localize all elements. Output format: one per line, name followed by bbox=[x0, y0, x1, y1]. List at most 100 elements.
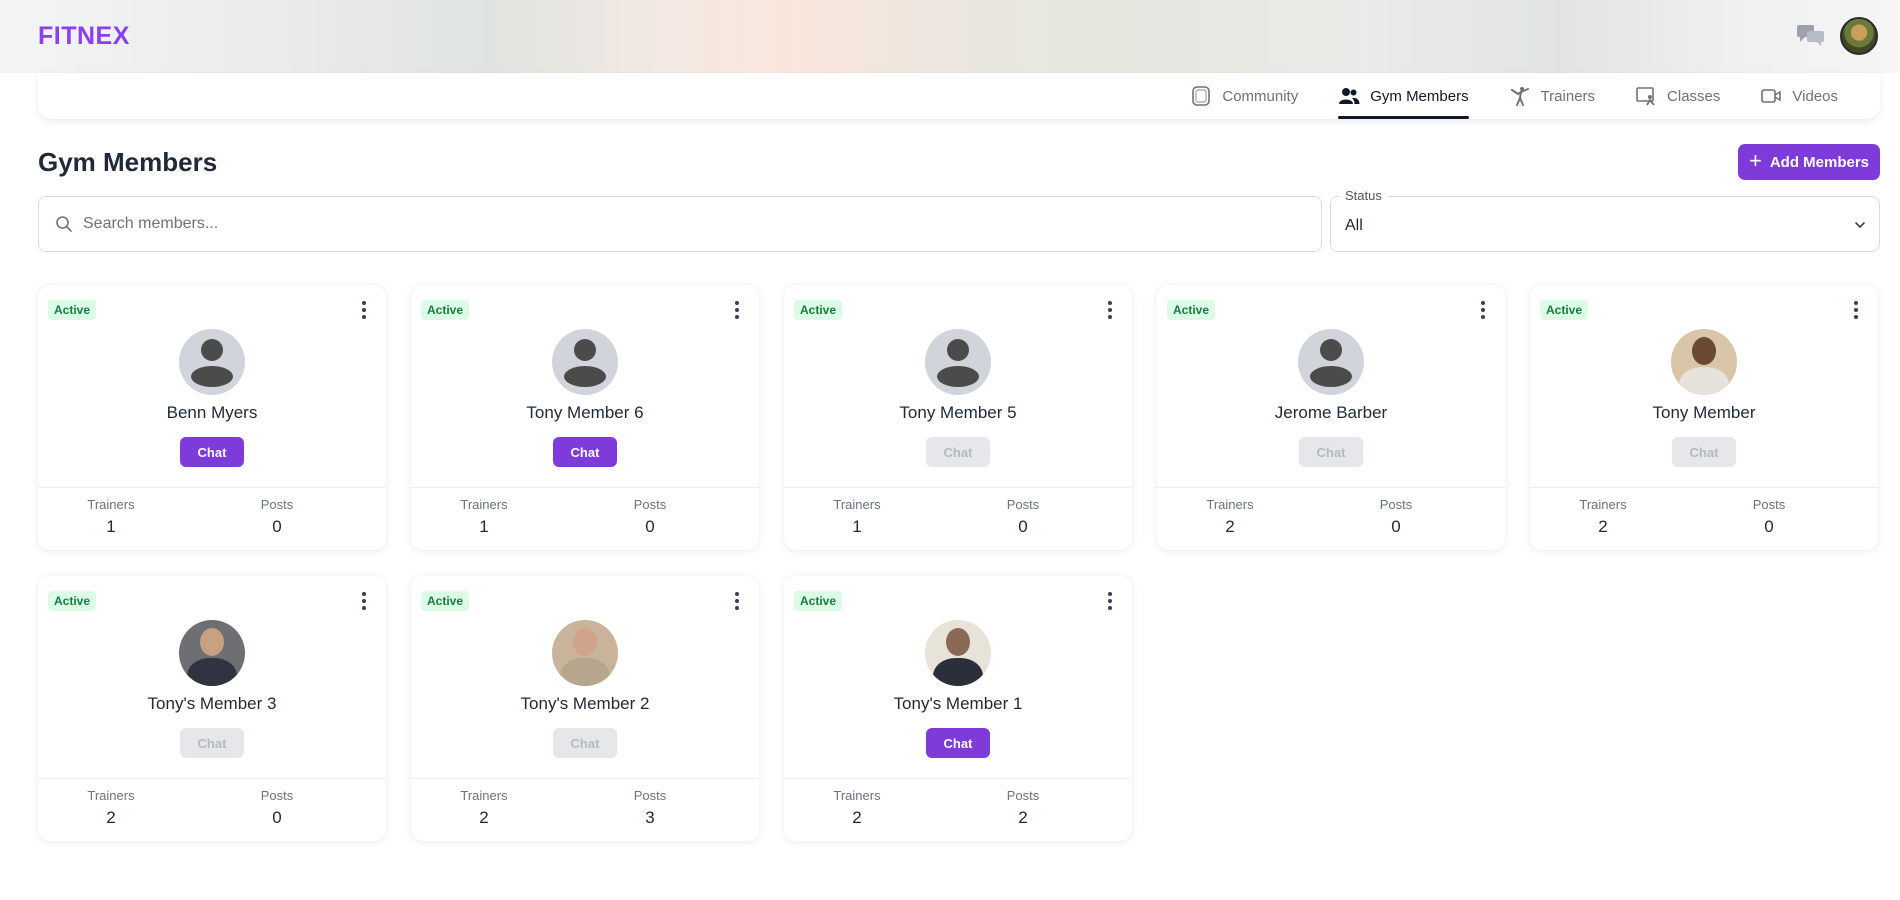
member-card[interactable]: Active Tony's Member 1 Chat Trainers 2 P… bbox=[784, 576, 1132, 841]
chat-button[interactable]: Chat bbox=[553, 437, 617, 467]
tab-classes[interactable]: Classes bbox=[1615, 73, 1740, 119]
community-icon bbox=[1192, 86, 1211, 106]
posts-stat: Posts 0 bbox=[1709, 497, 1829, 537]
more-options-icon[interactable] bbox=[356, 299, 372, 321]
trainers-label: Trainers bbox=[833, 788, 881, 803]
plus-icon: + bbox=[1748, 148, 1762, 173]
posts-count: 0 bbox=[645, 517, 655, 536]
messages-icon[interactable] bbox=[1796, 23, 1826, 47]
card-divider bbox=[411, 487, 759, 488]
tab-videos[interactable]: Videos bbox=[1740, 73, 1858, 119]
tab-label: Classes bbox=[1667, 87, 1721, 105]
posts-label: Posts bbox=[260, 788, 294, 803]
trainers-count: 2 bbox=[106, 808, 116, 827]
trainers-label: Trainers bbox=[1579, 497, 1627, 512]
card-divider bbox=[784, 778, 1132, 779]
trainer-icon bbox=[1510, 87, 1529, 106]
classes-icon bbox=[1636, 87, 1655, 106]
default-avatar-icon bbox=[925, 329, 991, 395]
trainers-count: 2 bbox=[479, 808, 489, 827]
tab-label: Community bbox=[1222, 87, 1299, 105]
trainers-label: Trainers bbox=[87, 788, 135, 803]
chat-button[interactable]: Chat bbox=[180, 728, 244, 758]
status-badge: Active bbox=[421, 300, 470, 320]
trainers-label: Trainers bbox=[1206, 497, 1254, 512]
tab-label: Gym Members bbox=[1370, 87, 1469, 105]
member-name: Jerome Barber bbox=[1274, 403, 1388, 422]
more-options-icon[interactable] bbox=[1848, 299, 1864, 321]
posts-count: 0 bbox=[1018, 517, 1028, 536]
trainers-stat: Trainers 2 bbox=[424, 788, 544, 828]
posts-stat: Posts 0 bbox=[1336, 497, 1456, 537]
posts-count: 0 bbox=[272, 517, 282, 536]
more-options-icon[interactable] bbox=[729, 590, 745, 612]
status-badge: Active bbox=[794, 591, 843, 611]
posts-count: 0 bbox=[1391, 517, 1401, 536]
member-card[interactable]: Active Tony Member Chat Trainers 2 Posts… bbox=[1530, 285, 1878, 550]
member-name: Tony's Member 2 bbox=[520, 694, 650, 713]
member-card[interactable]: Active Tony's Member 2 Chat Trainers 2 P… bbox=[411, 576, 759, 841]
search-box bbox=[38, 196, 1322, 252]
posts-stat: Posts 0 bbox=[963, 497, 1083, 537]
more-options-icon[interactable] bbox=[1102, 299, 1118, 321]
member-card[interactable]: Active Jerome Barber Chat Trainers 2 Pos… bbox=[1157, 285, 1505, 550]
status-badge: Active bbox=[421, 591, 470, 611]
more-options-icon[interactable] bbox=[729, 299, 745, 321]
chat-button[interactable]: Chat bbox=[926, 728, 990, 758]
trainers-stat: Trainers 2 bbox=[1543, 497, 1663, 537]
status-value: All bbox=[1345, 217, 1363, 234]
card-divider bbox=[38, 778, 386, 779]
chat-button[interactable]: Chat bbox=[1299, 437, 1363, 467]
status-label: Status bbox=[1339, 188, 1388, 203]
posts-label: Posts bbox=[1006, 788, 1040, 803]
page-title: Gym Members bbox=[38, 147, 218, 177]
app-logo[interactable]: FITNEX bbox=[38, 22, 130, 51]
trainers-count: 2 bbox=[852, 808, 862, 827]
more-options-icon[interactable] bbox=[356, 590, 372, 612]
status-badge: Active bbox=[48, 300, 97, 320]
user-avatar[interactable] bbox=[1840, 17, 1878, 55]
tab-trainers[interactable]: Trainers bbox=[1489, 73, 1615, 119]
posts-label: Posts bbox=[260, 497, 294, 512]
member-name: Tony's Member 3 bbox=[147, 694, 277, 713]
member-card[interactable]: Active Tony Member 5 Chat Trainers 1 Pos… bbox=[784, 285, 1132, 550]
posts-label: Posts bbox=[633, 788, 667, 803]
trainers-stat: Trainers 2 bbox=[1170, 497, 1290, 537]
posts-count: 2 bbox=[1018, 808, 1028, 827]
chat-button[interactable]: Chat bbox=[1672, 437, 1736, 467]
video-icon bbox=[1761, 89, 1782, 103]
search-icon bbox=[56, 216, 72, 232]
member-name: Tony Member 5 bbox=[899, 403, 1017, 422]
member-card[interactable]: Active Benn Myers Chat Trainers 1 Posts … bbox=[38, 285, 386, 550]
member-card[interactable]: Active Tony's Member 3 Chat Trainers 2 P… bbox=[38, 576, 386, 841]
trainers-count: 1 bbox=[106, 517, 116, 536]
posts-label: Posts bbox=[1006, 497, 1040, 512]
member-card[interactable]: Active Tony Member 6 Chat Trainers 1 Pos… bbox=[411, 285, 759, 550]
more-options-icon[interactable] bbox=[1475, 299, 1491, 321]
posts-label: Posts bbox=[1752, 497, 1786, 512]
members-icon bbox=[1339, 88, 1360, 104]
trainers-stat: Trainers 2 bbox=[797, 788, 917, 828]
add-members-button[interactable]: + Add Members bbox=[1738, 144, 1880, 180]
default-avatar-icon bbox=[552, 329, 618, 395]
status-badge: Active bbox=[1167, 300, 1216, 320]
chat-button[interactable]: Chat bbox=[926, 437, 990, 467]
search-input[interactable] bbox=[83, 215, 1283, 233]
trainers-label: Trainers bbox=[833, 497, 881, 512]
more-options-icon[interactable] bbox=[1102, 590, 1118, 612]
posts-label: Posts bbox=[633, 497, 667, 512]
posts-stat: Posts 0 bbox=[217, 497, 337, 537]
member-name: Tony's Member 1 bbox=[893, 694, 1023, 713]
member-name: Benn Myers bbox=[166, 403, 258, 422]
trainers-count: 1 bbox=[479, 517, 489, 536]
status-select[interactable]: Status All bbox=[1330, 188, 1880, 252]
posts-count: 0 bbox=[272, 808, 282, 827]
chat-button[interactable]: Chat bbox=[180, 437, 244, 467]
member-name: Tony Member 6 bbox=[526, 403, 644, 422]
trainers-stat: Trainers 1 bbox=[424, 497, 544, 537]
tab-community[interactable]: Community bbox=[1170, 73, 1318, 119]
posts-stat: Posts 0 bbox=[590, 497, 710, 537]
trainers-stat: Trainers 1 bbox=[51, 497, 171, 537]
tab-gym-members[interactable]: Gym Members bbox=[1318, 73, 1488, 119]
chat-button[interactable]: Chat bbox=[553, 728, 617, 758]
